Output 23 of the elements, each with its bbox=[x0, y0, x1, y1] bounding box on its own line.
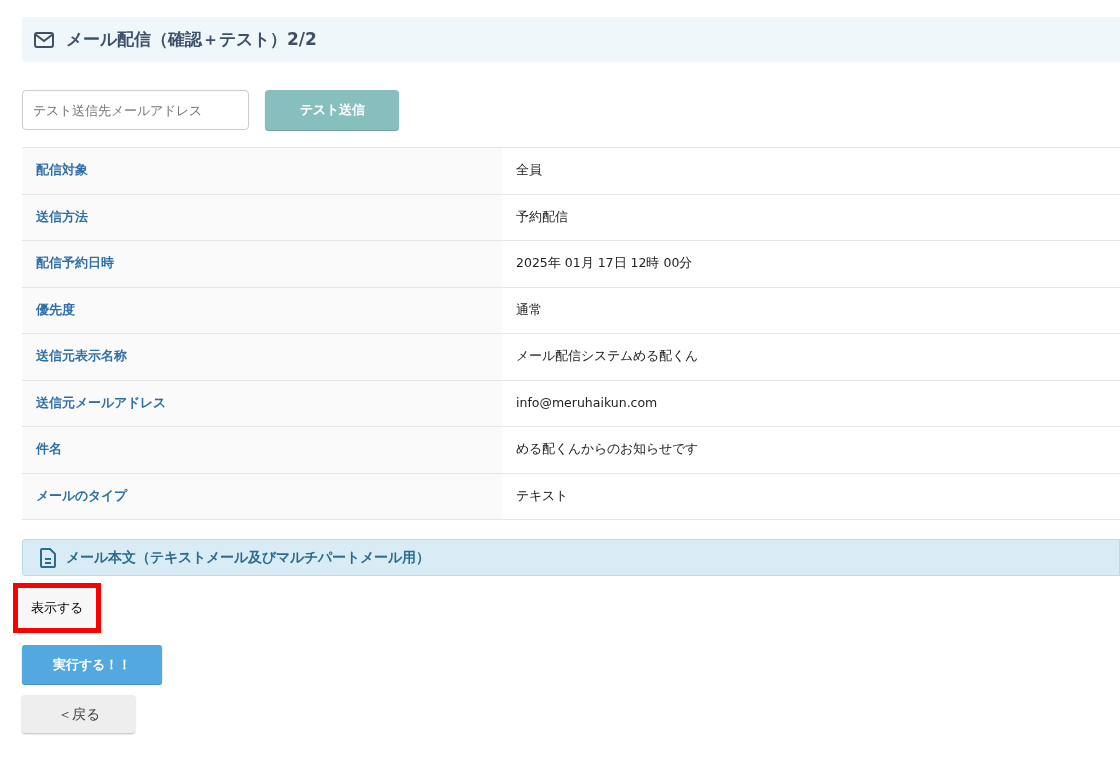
detail-value: 予約配信 bbox=[502, 194, 1120, 241]
detail-label: 優先度 bbox=[22, 287, 502, 334]
detail-label: 送信元メールアドレス bbox=[22, 380, 502, 427]
detail-value: info@meruhaikun.com bbox=[502, 380, 1120, 427]
detail-value: 2025年 01月 17日 12時 00分 bbox=[502, 240, 1120, 287]
detail-label: 送信元表示名称 bbox=[22, 333, 502, 380]
detail-value: 通常 bbox=[502, 287, 1120, 334]
detail-value: メール配信システムめる配くん bbox=[502, 333, 1120, 380]
detail-label: メールのタイプ bbox=[22, 473, 502, 520]
section-title: メール本文（テキストメール及びマルチパートメール用） bbox=[66, 548, 430, 567]
detail-value: テキスト bbox=[502, 473, 1120, 520]
mail-icon bbox=[34, 31, 54, 48]
back-button[interactable]: ＜戻る bbox=[22, 695, 135, 733]
show-button[interactable]: 表示する bbox=[19, 589, 95, 627]
page-title: メール配信（確認＋テスト）2/2 bbox=[66, 27, 317, 51]
detail-label: 配信予約日時 bbox=[22, 240, 502, 287]
detail-label: 送信方法 bbox=[22, 194, 502, 241]
email-field[interactable]: テスト送信先メールアドレス bbox=[22, 90, 249, 130]
detail-value: める配くんからのお知らせです bbox=[502, 426, 1120, 473]
detail-label: 配信対象 bbox=[22, 147, 502, 194]
document-icon bbox=[40, 547, 56, 568]
detail-value: 全員 bbox=[502, 147, 1120, 194]
detail-label: 件名 bbox=[22, 426, 502, 473]
